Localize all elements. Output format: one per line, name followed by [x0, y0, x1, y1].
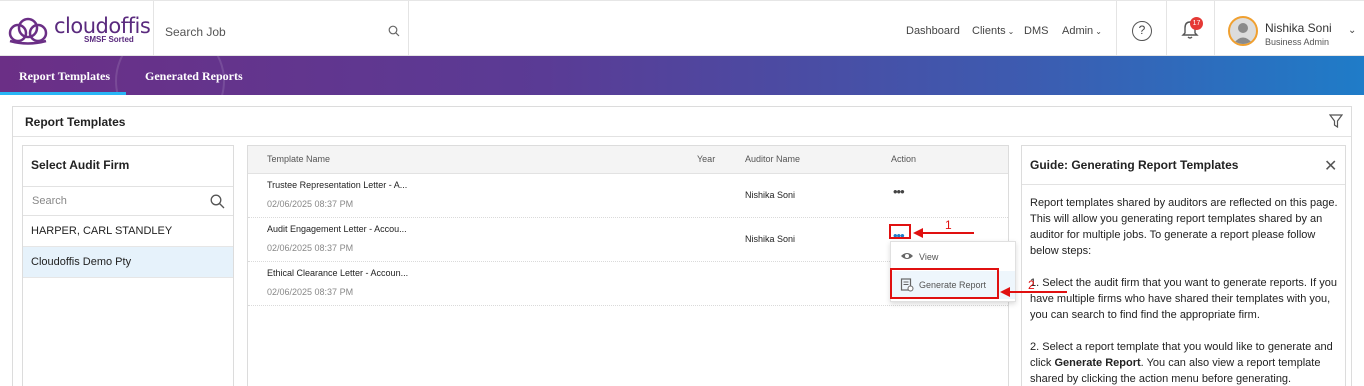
logo-icon — [8, 17, 48, 45]
avatar[interactable] — [1228, 16, 1258, 46]
tab-generated-reports[interactable]: Generated Reports — [145, 69, 243, 84]
annotation-step-number: 1 — [945, 218, 952, 232]
nav-dms[interactable]: DMS — [1024, 25, 1048, 37]
nav-admin[interactable]: Admin ⌄ — [1062, 25, 1102, 37]
auditor-name: Nishika Soni — [745, 190, 796, 200]
top-header: cloudoffis SMSF Sorted Search Job Dashbo… — [0, 0, 1364, 57]
divider — [408, 1, 409, 57]
divider — [1214, 1, 1215, 57]
guide-paragraph: 2. Select a report template that you wou… — [1030, 339, 1338, 386]
annotation-highlight-generate-report — [890, 268, 999, 299]
menu-item-label: View — [919, 252, 939, 262]
divider — [1166, 1, 1167, 57]
column-template-name[interactable]: Template Name — [267, 154, 330, 164]
template-date: 02/06/2025 08:37 PM — [267, 243, 354, 253]
annotation-arrow-icon — [913, 228, 974, 238]
nav-clients-label: Clients — [972, 25, 1006, 37]
divider — [153, 1, 154, 57]
template-name: Ethical Clearance Letter - Accoun... — [267, 268, 409, 278]
guide-panel: Guide: Generating Report Templates ✕ Rep… — [1021, 145, 1346, 386]
guide-paragraph: Report templates shared by auditors are … — [1030, 197, 1338, 257]
firm-search-input[interactable]: Search — [23, 186, 233, 216]
divider — [1022, 184, 1345, 185]
firm-panel-title: Select Audit Firm — [31, 158, 130, 172]
notification-badge: 17 — [1190, 17, 1203, 30]
close-icon[interactable]: ✕ — [1324, 156, 1337, 176]
auditor-name: Nishika Soni — [745, 234, 796, 244]
annotation-highlight-actions — [889, 224, 911, 239]
nav-dashboard[interactable]: Dashboard — [906, 25, 960, 37]
template-name: Audit Engagement Letter - Accou... — [267, 224, 407, 234]
guide-text-bold: Generate Report — [1054, 357, 1141, 369]
guide-paragraph: 1. Select the audit firm that you want t… — [1030, 277, 1337, 321]
template-name: Trustee Representation Letter - A... — [267, 180, 408, 190]
user-role: Business Admin — [1265, 37, 1330, 47]
search-icon[interactable] — [210, 194, 225, 209]
firm-item[interactable]: HARPER, CARL STANDLEY — [23, 216, 233, 247]
firm-search-placeholder: Search — [32, 195, 67, 207]
chevron-down-icon[interactable]: ⌄ — [1348, 25, 1356, 36]
brand-tagline: SMSF Sorted — [84, 35, 134, 44]
audit-firm-panel: Select Audit Firm Search HARPER, CARL ST… — [22, 145, 234, 386]
chevron-down-icon: ⌄ — [1095, 27, 1102, 36]
active-tab-indicator — [0, 92, 126, 95]
table-row[interactable]: Trustee Representation Letter - A... 02/… — [248, 174, 1008, 218]
chevron-down-icon: ⌄ — [1007, 27, 1015, 36]
annotation-step-number: 2 — [1028, 278, 1035, 292]
guide-body: Report templates shared by auditors are … — [1030, 195, 1338, 386]
search-icon[interactable] — [388, 25, 400, 37]
report-templates-card: Report Templates Select Audit Firm Searc… — [12, 106, 1352, 386]
guide-title: Guide: Generating Report Templates — [1030, 158, 1239, 172]
user-silhouette-icon — [1233, 23, 1253, 44]
filter-icon[interactable] — [1329, 114, 1343, 128]
template-date: 02/06/2025 08:37 PM — [267, 287, 354, 297]
search-job-input[interactable]: Search Job — [165, 25, 226, 39]
tab-report-templates[interactable]: Report Templates — [19, 69, 110, 84]
more-actions-icon[interactable]: ••• — [893, 184, 905, 199]
nav-admin-label: Admin — [1062, 25, 1094, 37]
divider — [13, 136, 1351, 137]
app-logo[interactable]: cloudoffis SMSF Sorted — [6, 13, 151, 47]
eye-icon — [901, 253, 913, 259]
column-action: Action — [891, 154, 917, 164]
column-auditor-name[interactable]: Auditor Name — [745, 154, 800, 164]
column-year[interactable]: Year — [697, 154, 715, 164]
table-header: Template Name Year Auditor Name Action — [248, 146, 1008, 174]
divider — [1116, 1, 1117, 57]
menu-item-view[interactable]: View — [891, 243, 1015, 271]
user-name[interactable]: Nishika Soni — [1265, 21, 1332, 35]
template-date: 02/06/2025 08:37 PM — [267, 199, 354, 209]
tab-bar: Report Templates Generated Reports — [0, 56, 1364, 95]
help-icon[interactable]: ? — [1132, 21, 1152, 41]
firm-item-selected[interactable]: Cloudoffis Demo Pty — [23, 247, 233, 278]
nav-clients[interactable]: Clients ⌄ — [972, 25, 1014, 37]
card-title: Report Templates — [25, 115, 126, 129]
